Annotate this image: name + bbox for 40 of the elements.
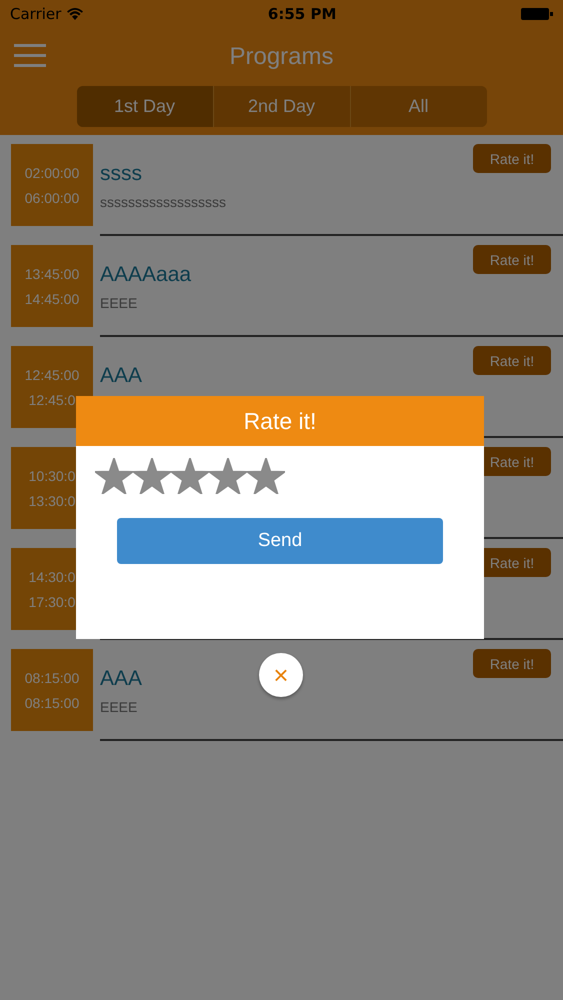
star-icon[interactable] <box>209 458 247 494</box>
start-time: 02:00:00 <box>24 164 80 180</box>
start-time: 13:45:00 <box>24 266 80 282</box>
star-icon[interactable] <box>133 458 171 494</box>
battery-icon <box>520 8 553 20</box>
page-title: Programs <box>229 43 334 71</box>
program-subtitle: EEEE <box>100 295 138 311</box>
program-title: AAA <box>100 364 142 388</box>
program-subtitle: EEEE <box>100 699 138 715</box>
program-title: AAAAaaa <box>100 263 192 287</box>
program-subtitle: ssssssssssssssssss <box>100 194 226 210</box>
star-icon[interactable] <box>247 458 285 494</box>
program-title: AAA <box>100 667 142 691</box>
end-time: 13:30:0 <box>28 492 76 508</box>
dialog-title: Rate it! <box>244 408 316 434</box>
rate-button[interactable]: Rate it! <box>473 245 551 274</box>
clock: 6:55 PM <box>268 5 336 23</box>
start-time: 10:30:0 <box>28 468 76 484</box>
start-time: 14:30:0 <box>28 568 76 584</box>
rate-button[interactable]: Rate it! <box>473 346 551 375</box>
day-tab[interactable]: 2nd Day <box>212 86 350 127</box>
start-time: 12:45:00 <box>24 366 80 382</box>
program-title: ssss <box>100 162 142 186</box>
start-time: 08:15:00 <box>24 670 80 686</box>
end-time: 06:00:00 <box>24 190 80 206</box>
wifi-icon <box>67 8 84 20</box>
day-tab[interactable]: All <box>350 86 486 127</box>
end-time: 08:15:00 <box>24 694 80 710</box>
close-button[interactable]: × <box>259 653 303 697</box>
rate-button[interactable]: Rate it! <box>473 649 551 678</box>
star-icon[interactable] <box>95 458 133 494</box>
rate-button[interactable]: Rate it! <box>473 144 551 173</box>
star-icon[interactable] <box>171 458 209 494</box>
end-time: 12:45:0 <box>28 392 76 408</box>
menu-icon[interactable] <box>14 44 46 68</box>
day-tab[interactable]: 1st Day <box>76 86 212 127</box>
carrier-label: Carrier <box>10 5 62 23</box>
end-time: 14:45:00 <box>24 290 80 306</box>
end-time: 17:30:0 <box>28 594 76 610</box>
send-button[interactable]: Send <box>117 518 443 564</box>
